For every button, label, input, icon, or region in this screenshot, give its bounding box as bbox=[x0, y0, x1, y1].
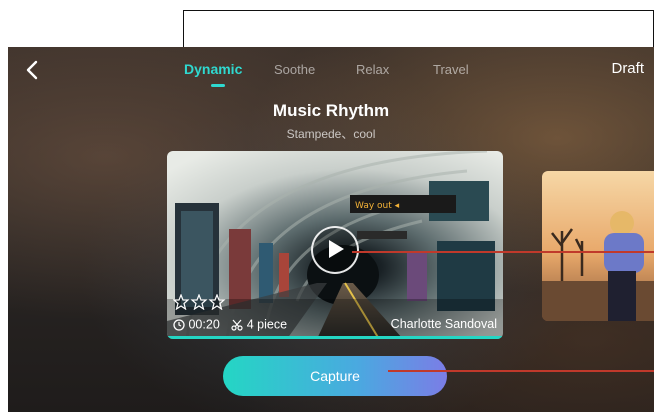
template-preview-card[interactable]: Way out ◂ 00:20 4 piece Charlotte Sandov… bbox=[167, 151, 503, 339]
rating-stars bbox=[173, 294, 226, 310]
tab-relax[interactable]: Relax bbox=[356, 62, 389, 77]
annotation-line-top bbox=[183, 10, 654, 11]
annotation-pointer-capture bbox=[388, 370, 654, 372]
draft-button[interactable]: Draft bbox=[611, 60, 644, 77]
svg-text:Way out ◂: Way out ◂ bbox=[355, 201, 400, 211]
duration-text: 00:20 bbox=[188, 317, 220, 332]
active-tab-indicator bbox=[211, 84, 225, 87]
clock-icon bbox=[173, 319, 185, 331]
tab-travel[interactable]: Travel bbox=[433, 62, 469, 77]
star-icon bbox=[190, 294, 208, 310]
desert-runner-image bbox=[542, 171, 654, 321]
author-name: Charlotte Sandoval bbox=[390, 317, 497, 331]
star-icon bbox=[173, 294, 190, 310]
chevron-left-icon[interactable] bbox=[22, 59, 44, 81]
template-title: Music Rhythm bbox=[272, 101, 390, 120]
tab-soothe[interactable]: Soothe bbox=[274, 62, 315, 77]
tab-dynamic[interactable]: Dynamic bbox=[184, 61, 242, 77]
phone-screen: Dynamic Soothe Relax Travel Draft Music … bbox=[8, 47, 654, 412]
template-subtitle: Stampede、cool bbox=[286, 127, 376, 141]
play-button[interactable] bbox=[311, 226, 359, 274]
piece-count: 4 piece bbox=[246, 317, 288, 332]
next-template-card[interactable] bbox=[542, 171, 654, 321]
scissors-icon bbox=[231, 319, 243, 331]
capture-button[interactable]: Capture bbox=[223, 356, 447, 396]
play-icon bbox=[329, 240, 344, 258]
template-meta: 00:20 4 piece bbox=[173, 317, 287, 332]
annotation-pointer-play bbox=[352, 251, 654, 253]
star-icon bbox=[208, 294, 226, 310]
